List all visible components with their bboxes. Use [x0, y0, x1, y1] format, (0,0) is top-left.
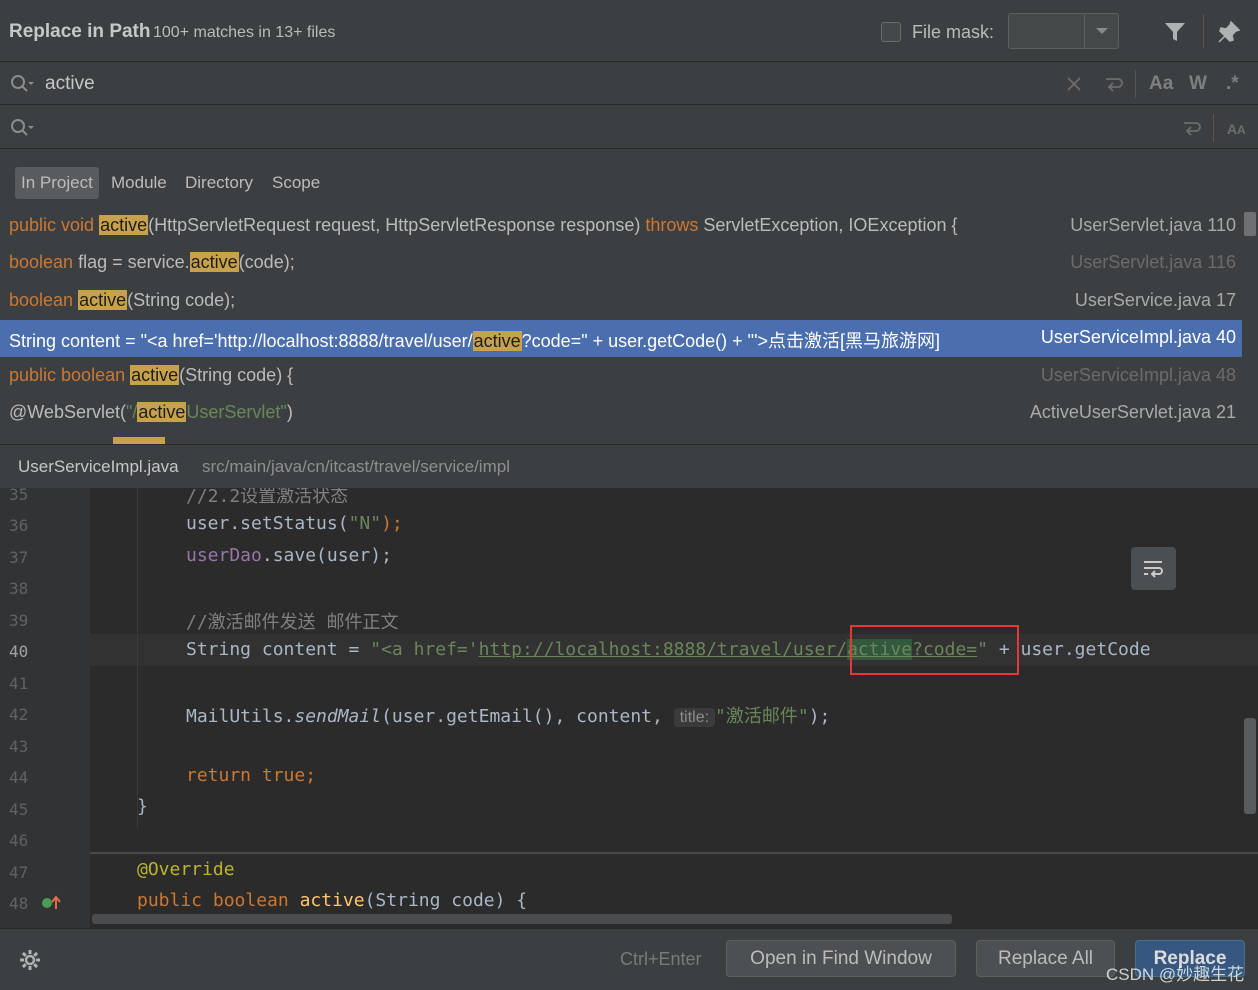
match-highlight: active — [472, 331, 522, 351]
preview-file-path: src/main/java/cn/itcast/travel/service/i… — [202, 457, 510, 476]
chevron-down-icon[interactable] — [1084, 14, 1118, 48]
result-row[interactable]: @WebServlet("/activeUserServlet") Active… — [0, 395, 1242, 432]
line-number: 41 — [9, 674, 29, 693]
line-number: 48 — [9, 894, 29, 913]
replace-field-row: AA — [0, 106, 1258, 149]
method-separator — [90, 852, 1258, 854]
new-line-icon[interactable] — [1180, 117, 1202, 139]
pin-icon[interactable] — [1217, 20, 1241, 44]
line-number: 47 — [9, 863, 29, 882]
dialog-header: Replace in Path 100+ matches in 13+ file… — [0, 0, 1258, 62]
result-file: UserServiceImpl.java 40 — [1040, 327, 1236, 347]
new-line-icon[interactable] — [1102, 73, 1124, 95]
whole-words-button[interactable]: W — [1189, 73, 1207, 95]
find-field-row: active Aa W .* — [0, 62, 1258, 105]
dialog-title: Replace in Path — [9, 21, 151, 42]
indent-guide — [137, 488, 138, 828]
search-icon[interactable] — [9, 117, 35, 139]
match-highlight: active — [130, 365, 180, 385]
match-highlight: active — [99, 215, 149, 235]
preview-path-bar — [0, 444, 1258, 488]
result-file: UserServlet.java 110 — [1070, 215, 1236, 235]
result-file: UserServlet.java 116 — [1070, 252, 1236, 272]
line-number: 38 — [9, 579, 29, 598]
match-case-button[interactable]: Aa — [1149, 73, 1173, 95]
result-row[interactable]: public boolean active(String code) { Use… — [0, 358, 1242, 395]
divider — [1213, 114, 1214, 142]
line-number: 46 — [9, 831, 29, 850]
svg-text:A: A — [1237, 123, 1246, 137]
line-number: 42 — [9, 705, 29, 724]
match-count: 100+ matches in 13+ files — [153, 24, 336, 41]
match-highlight: active — [78, 290, 128, 310]
regex-button[interactable]: .* — [1226, 73, 1239, 95]
line-number: 44 — [9, 768, 29, 787]
result-row[interactable]: boolean flag = service.active(code); Use… — [0, 245, 1242, 282]
line-number: 36 — [9, 516, 29, 535]
search-icon[interactable] — [9, 73, 35, 95]
result-file: UserServiceImpl.java 48 — [1040, 365, 1236, 385]
preserve-case-icon[interactable]: AA — [1226, 117, 1248, 139]
line-number: 35 — [9, 488, 29, 504]
line-number: 37 — [9, 548, 29, 567]
svg-text:A: A — [1227, 121, 1237, 137]
results-list: public void active(HttpServletRequest re… — [0, 208, 1242, 444]
soft-wrap-icon — [1144, 561, 1163, 578]
result-file: UserService.java 17 — [1074, 290, 1236, 310]
line-number: 43 — [9, 737, 29, 756]
file-mask-combo[interactable] — [1008, 13, 1119, 49]
result-row[interactable]: boolean active(String code); UserService… — [0, 283, 1242, 320]
file-mask-label[interactable]: File mask: — [912, 22, 994, 43]
match-highlight: active — [137, 402, 187, 422]
line-number: 39 — [9, 611, 29, 630]
match-highlight: active — [189, 252, 239, 272]
shortcut-hint: Ctrl+Enter — [620, 949, 702, 969]
tab-directory[interactable]: Directory — [179, 167, 259, 199]
tab-module[interactable]: Module — [105, 167, 173, 199]
implementation-marker-icon[interactable] — [40, 893, 62, 913]
result-row-selected[interactable]: String content = "<a href='http://localh… — [0, 320, 1242, 357]
tab-in-project[interactable]: In Project — [15, 167, 99, 199]
result-file: ActiveUserServlet.java 21 — [1029, 402, 1236, 422]
replace-all-button[interactable]: Replace All — [976, 940, 1115, 977]
filter-icon[interactable] — [1163, 20, 1187, 44]
line-number: 45 — [9, 800, 29, 819]
divider — [1203, 14, 1204, 48]
line-number-gutter: 35 36 37 38 39 40 41 42 43 44 45 46 47 4… — [0, 488, 90, 928]
annotation-red-box — [850, 625, 1019, 675]
divider — [1135, 70, 1136, 98]
file-mask-checkbox[interactable] — [881, 22, 901, 42]
result-row[interactable]: public void active(HttpServletRequest re… — [0, 208, 1242, 245]
find-input[interactable]: active — [45, 73, 95, 95]
parameter-hint: title: — [673, 708, 716, 727]
preview-file-name: UserServiceImpl.java — [18, 457, 179, 476]
editor-vertical-scrollbar[interactable] — [1244, 718, 1256, 814]
results-scrollbar[interactable] — [1244, 212, 1256, 236]
soft-wrap-button[interactable] — [1131, 547, 1176, 590]
gear-icon[interactable] — [18, 948, 42, 972]
editor-horizontal-scrollbar[interactable] — [92, 914, 952, 924]
clear-icon[interactable] — [1063, 73, 1085, 95]
tab-scope[interactable]: Scope — [266, 167, 326, 199]
watermark: CSDN @妙趣生花 — [1106, 965, 1245, 984]
code-preview[interactable]: 35 36 37 38 39 40 41 42 43 44 45 46 47 4… — [0, 488, 1258, 928]
line-number: 40 — [9, 642, 29, 661]
open-in-find-window-button[interactable]: Open in Find Window — [726, 940, 956, 977]
